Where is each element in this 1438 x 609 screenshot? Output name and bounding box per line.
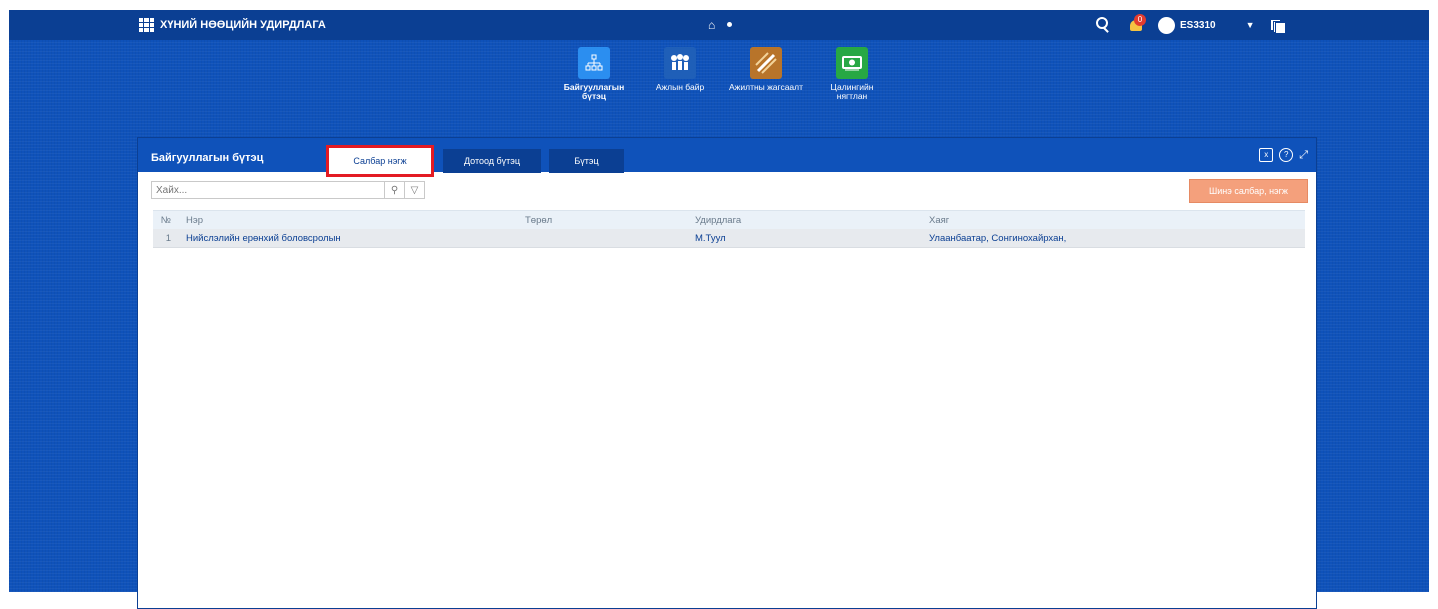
module-bar: Байгууллагын бүтэц Ажлын байр Ажилтны жа… xyxy=(9,47,1429,150)
module-label: Ажилтны жагсаалт xyxy=(729,82,804,92)
user-area: 0 ES3310 ▼ xyxy=(1094,14,1286,34)
panel-header: Байгууллагын бүтэц Салбар нэгж Дотоод бү… xyxy=(138,138,1316,177)
search-input[interactable] xyxy=(151,181,385,199)
username[interactable]: ES3310 xyxy=(1180,20,1216,31)
home-icon[interactable]: ⌂ xyxy=(708,18,715,32)
col-type[interactable]: Төрөл xyxy=(525,215,695,226)
app-background: ХҮНИЙ НӨӨЦИЙН УДИРДЛАГА ⌂ 0 ES3310 ▼ Бай… xyxy=(9,10,1429,609)
module-label: Цалингийн нягтлан xyxy=(830,82,874,101)
avatar[interactable] xyxy=(1158,16,1175,34)
excel-icon[interactable]: x xyxy=(1259,148,1274,162)
module-payroll[interactable]: Цалингийн нягтлан xyxy=(815,47,889,101)
people-icon xyxy=(664,47,696,79)
row-manager: М.Туул xyxy=(695,232,726,244)
chevron-down-icon[interactable]: ▼ xyxy=(1246,20,1255,30)
app-title: ХҮНИЙ НӨӨЦИЙН УДИРДЛАГА xyxy=(160,19,326,31)
col-manager[interactable]: Удирдлага xyxy=(695,215,929,226)
new-branch-button[interactable]: Шинэ салбар, нэгж xyxy=(1189,179,1308,203)
branch-table: № Нэр Төрөл Удирдлага Хаяг 1 Нийслэлийн … xyxy=(153,210,1305,248)
top-bar: ХҮНИЙ НӨӨЦИЙН УДИРДЛАГА ⌂ 0 ES3310 ▼ xyxy=(9,10,1429,40)
status-dot xyxy=(727,22,732,27)
module-positions[interactable]: Ажлын байр xyxy=(643,47,717,92)
expand-icon[interactable]: ⤢ xyxy=(1299,149,1308,162)
module-org-structure[interactable]: Байгууллагын бүтэц xyxy=(557,47,631,101)
row-name[interactable]: Нийслэлийн ерөнхий боловсролын xyxy=(186,233,525,244)
search-icon[interactable] xyxy=(1094,16,1112,34)
notification-badge: 0 xyxy=(1134,14,1146,26)
app-menu[interactable]: ХҮНИЙ НӨӨЦИЙН УДИРДЛАГА xyxy=(139,18,326,32)
money-icon xyxy=(836,47,868,79)
filter-icon[interactable]: ▽ xyxy=(405,181,425,199)
panel-title: Байгууллагын бүтэц xyxy=(151,152,264,164)
org-chart-icon xyxy=(578,47,610,79)
table-header: № Нэр Төрөл Удирдлага Хаяг xyxy=(153,210,1305,229)
tab-branches[interactable]: Салбар нэгж xyxy=(326,145,434,177)
panel-tools: x ? ⤢ xyxy=(1259,148,1308,162)
module-label: Ажлын байр xyxy=(655,82,705,92)
content-panel: Байгууллагын бүтэц Салбар нэгж Дотоод бү… xyxy=(137,137,1317,609)
module-label: Байгууллагын бүтэц xyxy=(563,82,625,101)
search-row: ⚲ ▽ xyxy=(151,181,425,199)
help-icon[interactable]: ? xyxy=(1279,148,1294,162)
table-row[interactable]: 1 Нийслэлийн ерөнхий боловсролын М.Туул … xyxy=(153,229,1305,248)
tab-structure[interactable]: Бүтэц xyxy=(549,149,624,173)
row-number: 1 xyxy=(165,232,171,244)
col-address[interactable]: Хаяг xyxy=(929,215,1305,226)
module-employees[interactable]: Ажилтны жагсаалт xyxy=(729,47,803,92)
tab-internal-structure[interactable]: Дотоод бүтэц xyxy=(443,149,541,173)
notification-icon[interactable]: 0 xyxy=(1128,14,1146,34)
col-number[interactable]: № xyxy=(153,215,186,226)
employee-list-icon xyxy=(750,47,782,79)
switch-company-icon[interactable] xyxy=(1269,18,1286,34)
search-icon[interactable]: ⚲ xyxy=(385,181,405,199)
row-address: Улаанбаатар, Сонгинохайрхан, xyxy=(929,232,1067,244)
apps-grid-icon[interactable] xyxy=(139,18,154,32)
col-name[interactable]: Нэр xyxy=(186,215,525,226)
